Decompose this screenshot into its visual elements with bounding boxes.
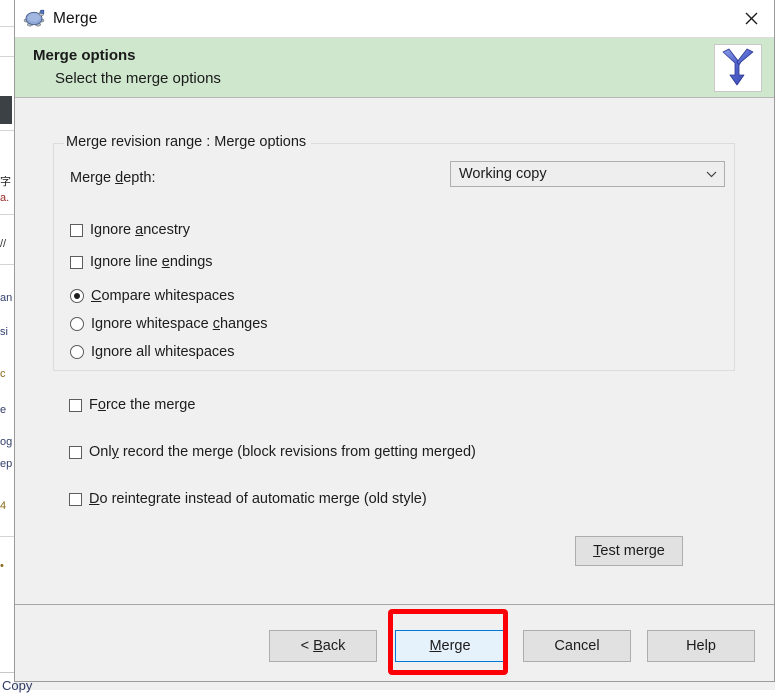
title-bar: Merge (15, 0, 774, 38)
merge-button[interactable]: Merge (395, 630, 505, 662)
merge-depth-dropdown[interactable]: Working copy (450, 161, 725, 187)
bg-fragment: 4 (0, 500, 7, 512)
checkbox-label: Force the merge (89, 397, 195, 413)
label-suffix: nore all whitespaces (103, 344, 235, 360)
window-title: Merge (53, 9, 98, 27)
test-merge-button[interactable]: Test merge (575, 536, 683, 566)
label-accel: o (97, 397, 106, 413)
label-suffix: ndings (169, 254, 213, 270)
cancel-button[interactable]: Cancel (523, 630, 631, 662)
checkbox-box-icon (70, 223, 83, 237)
radio-circle-icon (70, 289, 84, 303)
back-button-label: < Back (301, 638, 346, 654)
checkbox-ignore-ancestry[interactable]: Ignore ancestry (70, 222, 190, 238)
label-accel: D (89, 491, 100, 507)
label-prefix: < (300, 638, 314, 654)
bg-fragment: si (0, 326, 8, 338)
bg-fragment: ep (0, 458, 13, 470)
groupbox-legend: Merge revision range : Merge options (64, 134, 312, 150)
radio-label: Ignore whitespace changes (91, 316, 268, 332)
help-button[interactable]: Help (647, 630, 755, 662)
dialog-button-bar: < Back Merge Cancel Help (15, 606, 774, 681)
bg-fragment: og (0, 436, 13, 448)
radio-circle-icon (70, 317, 84, 331)
checkbox-box-icon (70, 255, 83, 269)
cancel-button-label: Cancel (554, 638, 600, 654)
merge-button-label: Merge (429, 638, 470, 654)
label-suffix: ompare whitespaces (101, 288, 235, 304)
dialog-content-panel: Merge revision range : Merge options Mer… (15, 99, 774, 605)
bg-fragment: 字 (0, 176, 11, 188)
merge-dialog-window: Merge Merge options Select the merge opt… (14, 0, 775, 682)
label-accel: B (313, 638, 323, 654)
label-accel: e (161, 254, 170, 270)
radio-compare-whitespaces[interactable]: Compare whitespaces (70, 288, 234, 304)
merge-depth-label-prefix: Merge (70, 170, 116, 186)
radio-label: Compare whitespaces (91, 288, 234, 304)
label-suffix: erge (441, 638, 471, 654)
merge-depth-label-accel: d (115, 170, 124, 186)
checkbox-do-reintegrate[interactable]: Do reintegrate instead of automatic merg… (69, 491, 427, 507)
checkbox-box-icon (69, 492, 82, 506)
checkbox-force-the-merge[interactable]: Force the merge (69, 397, 195, 413)
checkbox-label: Ignore line endings (90, 254, 213, 270)
checkbox-box-icon (69, 398, 82, 412)
checkbox-only-record-the-merge[interactable]: Only record the merge (block revisions f… (69, 444, 476, 460)
label-prefix: Onl (89, 444, 112, 460)
label-prefix: Ignore whitespace (91, 316, 213, 332)
label-suffix: hanges (219, 316, 268, 332)
radio-ignore-all-whitespaces[interactable]: Ignore all whitespaces (70, 344, 235, 360)
help-button-label: Help (686, 638, 716, 654)
checkbox-label: Only record the merge (block revisions f… (89, 444, 476, 460)
label-prefix: Ignore (90, 222, 136, 238)
test-merge-label: Test merge (593, 543, 665, 559)
bg-fragment: c (0, 368, 6, 380)
checkbox-box-icon (69, 445, 82, 459)
checkbox-ignore-line-endings[interactable]: Ignore line endings (70, 254, 213, 270)
label-suffix: ack (322, 638, 346, 654)
bg-dark-block (0, 96, 12, 124)
label-suffix: rce the merge (105, 397, 196, 413)
label-accel: y (111, 444, 119, 460)
label-accel: g (95, 344, 104, 360)
close-icon[interactable] (728, 0, 774, 37)
label-suffix: est merge (600, 543, 665, 559)
radio-ignore-whitespace-changes[interactable]: Ignore whitespace changes (70, 316, 268, 332)
checkbox-label: Ignore ancestry (90, 222, 190, 238)
back-button[interactable]: < Back (269, 630, 377, 662)
checkbox-label: Do reintegrate instead of automatic merg… (89, 491, 427, 507)
label-accel: M (429, 638, 442, 654)
radio-label: Ignore all whitespaces (91, 344, 235, 360)
label-prefix: F (89, 397, 98, 413)
merge-options-groupbox: Merge revision range : Merge options Mer… (53, 134, 735, 371)
label-suffix: record the merge (block revisions from g… (118, 444, 476, 460)
bg-fragment: a. (0, 192, 10, 204)
label-suffix: o reintegrate instead of automatic merge… (99, 491, 427, 507)
bg-fragment: an (0, 292, 13, 304)
merge-depth-label-suffix: epth: (123, 170, 156, 186)
background-window-left-edge: 字 a. // an si c e og ep 4 • (0, 0, 14, 690)
chevron-down-icon (698, 171, 724, 178)
bg-fragment: // (0, 238, 7, 250)
merge-depth-label: Merge depth: (70, 170, 155, 186)
wizard-header-banner: Merge options Select the merge options (15, 38, 774, 98)
label-accel: C (91, 288, 102, 304)
label-suffix: ncestry (143, 222, 190, 238)
tortoise-icon (21, 7, 47, 31)
merge-depth-selected-value: Working copy (459, 166, 547, 182)
radio-circle-icon (70, 345, 84, 359)
bg-fragment: • (0, 560, 4, 572)
label-prefix: Ignore line (90, 254, 162, 270)
merge-arrows-icon (714, 44, 762, 92)
bg-fragment: e (0, 404, 7, 416)
header-title: Merge options (33, 47, 136, 64)
label-accel: c (212, 316, 220, 332)
header-subtitle: Select the merge options (55, 70, 221, 87)
